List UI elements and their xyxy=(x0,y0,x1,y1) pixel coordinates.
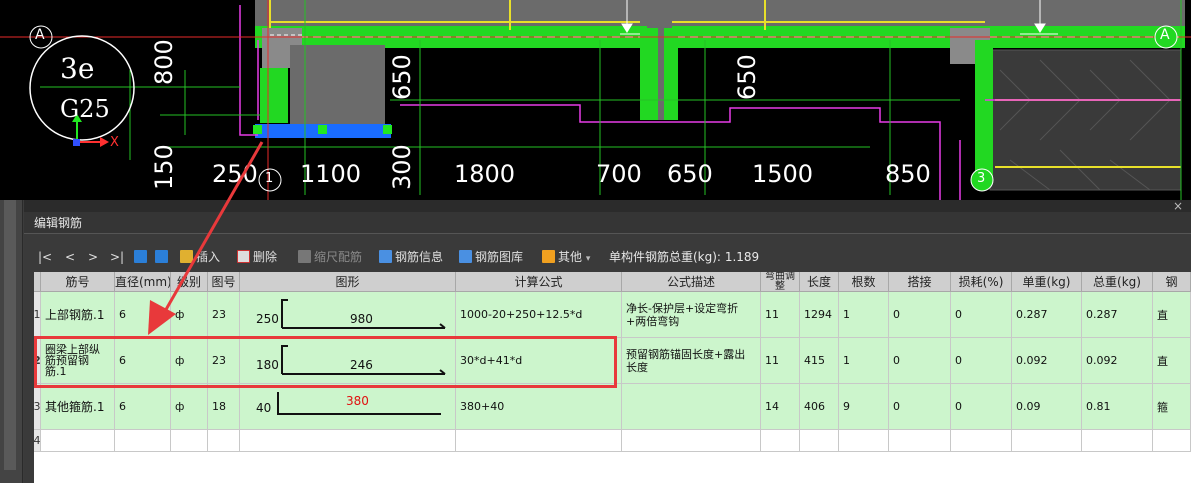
annotation-arrow-line xyxy=(158,141,264,321)
annotation-arrow-layer xyxy=(148,141,264,335)
annotation-arrow-head xyxy=(148,300,176,335)
